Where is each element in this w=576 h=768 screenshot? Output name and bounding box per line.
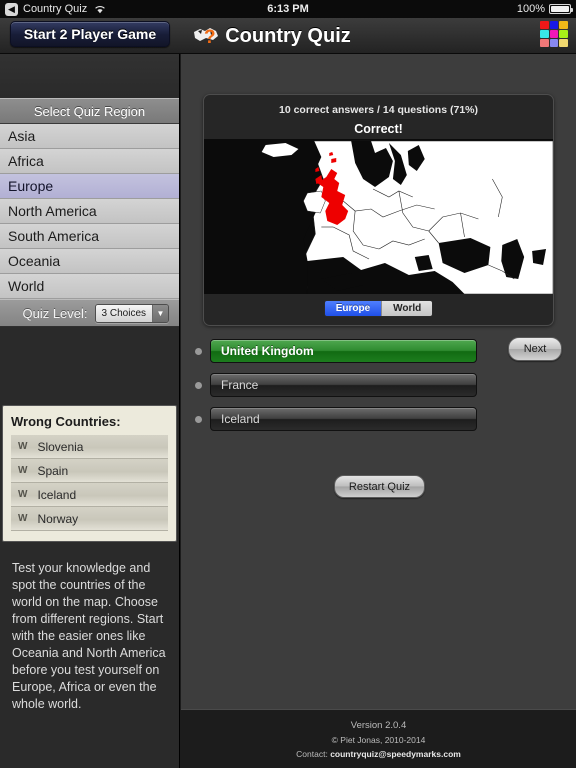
app-root: ◀ Country Quiz 6:13 PM 100% Country Quiz…	[0, 0, 576, 768]
wrong-badge-icon: W	[18, 513, 28, 524]
map-region-segmented-control[interactable]: Europe World	[323, 300, 434, 317]
map-region-toggle[interactable]: Europe World	[204, 300, 553, 317]
wrong-country-label: Spain	[37, 463, 69, 478]
wrong-country-label: Slovenia	[37, 439, 84, 454]
quiz-level-select[interactable]: 3 Choices ▼	[94, 303, 169, 323]
color-grid-icon[interactable]	[540, 21, 568, 47]
select-quiz-region-header: Select Quiz Region	[0, 98, 179, 124]
answer-row: France	[195, 373, 495, 397]
score-status-text: 10 correct answers / 14 questions (71%)	[278, 104, 478, 116]
wrong-country-label: Norway	[37, 511, 79, 526]
answer-bullet-icon	[195, 415, 202, 423]
footer: Version 2.0.4 © Piet Jonas, 2010-2014 Co…	[181, 709, 576, 768]
answer-bullet-icon	[195, 347, 202, 355]
sidebar-item-africa[interactable]: Africa	[0, 149, 179, 174]
contact-prefix: Contact:	[296, 748, 331, 759]
map-toggle-world[interactable]: World	[381, 301, 433, 316]
sidebar-item-europe[interactable]: Europe	[0, 174, 179, 199]
color-grid-cell-6	[540, 39, 549, 47]
quiz-level-row: Quiz Level: 3 Choices ▼	[0, 299, 179, 327]
answer-row: Iceland	[195, 407, 495, 431]
sidebar-mid-spacer	[0, 327, 179, 405]
wrong-country-label: Iceland	[37, 487, 77, 502]
quiz-region-list: Asia Africa Europe North America South Ameri…	[0, 124, 179, 299]
answer-choices-list: United Kingdom France Iceland	[195, 339, 495, 441]
color-grid-cell-5	[559, 30, 568, 38]
answer-choice-button[interactable]: United Kingdom	[210, 339, 477, 363]
quiz-level-value: 3 Choices	[95, 304, 153, 322]
result-status-text: Correct!	[354, 122, 403, 136]
sidebar-bottom: Test your knowledge and spot the countri…	[0, 542, 179, 740]
wrong-country-item[interactable]: W Spain	[11, 459, 168, 483]
wrong-badge-icon: W	[18, 441, 28, 452]
wrong-country-item[interactable]: W Norway	[11, 507, 168, 531]
wrong-countries-panel: Wrong Countries: W Slovenia W Spain W Iceland…	[2, 405, 177, 542]
answer-row: United Kingdom	[195, 339, 495, 363]
sidebar-item-world[interactable]: World	[0, 274, 179, 299]
answer-bullet-icon	[195, 381, 202, 389]
wrong-countries-list: W Slovenia W Spain W Iceland W Norway	[11, 435, 168, 531]
color-grid-cell-0	[540, 21, 549, 29]
chevron-down-icon: ▼	[153, 304, 168, 322]
main-content: 10 correct answers / 14 questions (71%) …	[181, 54, 576, 768]
color-grid-cell-1	[549, 21, 559, 29]
globe-question-icon[interactable]: ?	[192, 22, 220, 48]
restart-quiz-button[interactable]: Restart Quiz	[334, 475, 425, 498]
color-grid-cell-7	[549, 39, 559, 47]
contact-email-link[interactable]: countryquiz@speedymarks.com	[330, 749, 461, 759]
sidebar-item-north-america[interactable]: North America	[0, 199, 179, 224]
sidebar-item-south-america[interactable]: South America	[0, 224, 179, 249]
wrong-badge-icon: W	[18, 489, 28, 500]
next-button[interactable]: Next	[508, 337, 562, 361]
sidebar-item-oceania[interactable]: Oceania	[0, 249, 179, 274]
wrong-country-item[interactable]: W Slovenia	[11, 435, 168, 459]
sidebar-item-asia[interactable]: Asia	[0, 124, 179, 149]
status-bar-clock: 6:13 PM	[267, 3, 309, 15]
map-panel: 10 correct answers / 14 questions (71%) …	[203, 94, 554, 326]
map-toggle-europe[interactable]: Europe	[324, 301, 382, 316]
sidebar-top-spacer	[0, 54, 179, 98]
contact-line: Contact: countryquiz@speedymarks.com	[296, 749, 461, 759]
color-grid-cell-2	[559, 21, 568, 29]
start-2-player-game-button[interactable]: Start 2 Player Game	[10, 21, 170, 47]
color-grid-cell-4	[549, 30, 559, 38]
wrong-countries-title: Wrong Countries:	[11, 414, 121, 429]
quiz-level-label: Quiz Level:	[22, 305, 88, 321]
ios-status-bar: ◀ Country Quiz 6:13 PM 100%	[0, 0, 576, 18]
answer-choice-button[interactable]: France	[210, 373, 477, 397]
version-label: Version 2.0.4	[350, 719, 407, 731]
europe-map[interactable]	[204, 139, 553, 294]
wrong-country-item[interactable]: W Iceland	[11, 483, 168, 507]
copyright-label: © Piet Jonas, 2010-2014	[331, 734, 426, 745]
answer-choice-button[interactable]: Iceland	[210, 407, 477, 431]
wrong-badge-icon: W	[18, 465, 28, 476]
battery-full-icon	[549, 4, 573, 14]
sidebar: Select Quiz Region Asia Africa Europe North…	[0, 54, 180, 768]
svg-text:?: ?	[204, 27, 216, 48]
about-description: Test your knowledge and spot the countri…	[12, 561, 166, 711]
color-grid-cell-3	[540, 30, 549, 38]
color-grid-cell-8	[559, 39, 568, 47]
